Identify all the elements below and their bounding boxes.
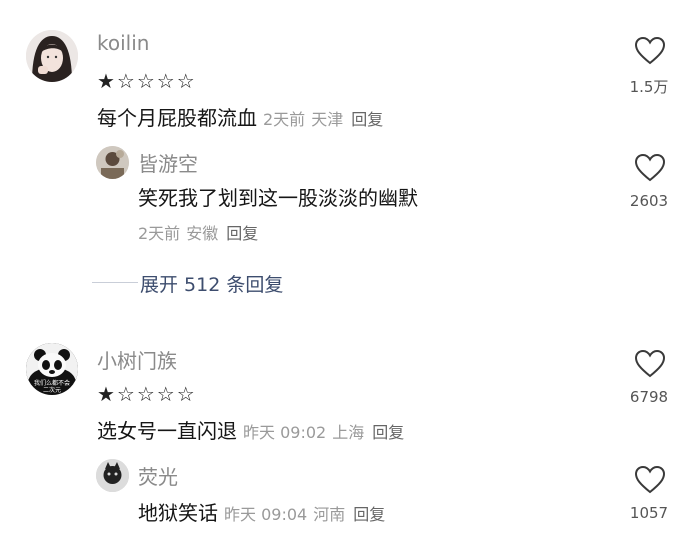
heart-icon[interactable] [634,36,666,66]
heart-icon[interactable] [634,465,666,495]
reply-time: 昨天 09:04 [224,505,308,524]
avatar-caption: 我们么都不会二次元 [33,380,70,394]
comment-time: 昨天 09:02 [243,423,327,442]
like-count: 1.5万 [629,78,669,96]
heart-icon[interactable] [634,349,666,379]
username[interactable]: koilin [97,31,149,55]
avatar[interactable] [26,30,78,82]
star-rating: ★☆☆☆☆ [97,69,197,93]
reply-button[interactable]: 回复 [372,423,404,442]
reply-button[interactable]: 回复 [226,224,258,243]
like-button[interactable] [634,465,666,499]
reply-button[interactable]: 回复 [351,110,383,129]
comment-text: 每个月屁股都流血 [97,106,257,130]
username[interactable]: 皆游空 [138,148,198,177]
reply-location: 河南 [313,505,346,524]
username[interactable]: 小树门族 [97,345,177,374]
expand-replies-button[interactable]: 展开 512 条回复 [140,270,283,297]
comment-row: 每个月屁股都流血 2天前 天津 回复 [97,102,383,131]
reply-text: 地狱笑话 [138,501,218,525]
reply-location: 安徽 [186,224,219,243]
like-button[interactable] [634,36,666,70]
like-count: 6798 [629,388,669,406]
comment-location: 天津 [311,110,344,129]
username[interactable]: 荧光 [138,461,178,490]
like-count: 2603 [629,192,669,210]
reply-button[interactable]: 回复 [353,505,385,524]
comment-location: 上海 [332,423,365,442]
reply-row: 地狱笑话 昨天 09:04 河南 回复 [138,497,385,526]
divider [92,282,138,283]
reply-time: 2天前 [138,224,181,243]
like-button[interactable] [634,349,666,383]
comment-text: 选女号一直闪退 [97,419,237,443]
star-rating: ★☆☆☆☆ [97,382,197,406]
comment-row: 选女号一直闪退 昨天 09:02 上海 回复 [97,415,404,444]
like-count: 1057 [629,504,669,522]
like-button[interactable] [634,153,666,187]
avatar[interactable] [96,146,129,179]
avatar[interactable] [96,459,129,492]
comment-time: 2天前 [263,110,306,129]
heart-icon[interactable] [634,153,666,183]
reply-text: 笑死我了划到这一股淡淡的幽默 [138,186,418,210]
reply-meta-row: 2天前 安徽 回复 [132,220,258,244]
